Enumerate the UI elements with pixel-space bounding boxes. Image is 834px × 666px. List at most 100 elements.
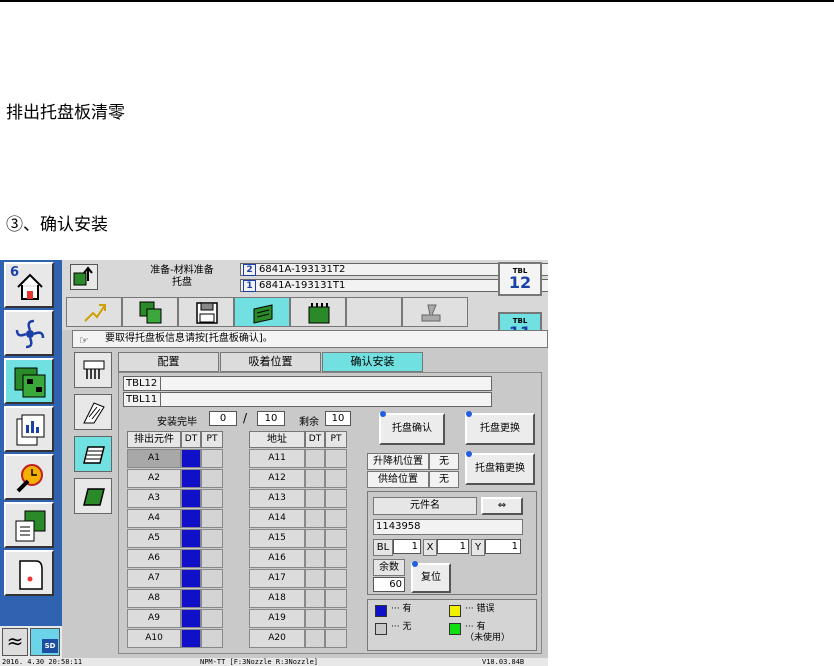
reset-button[interactable]: 复位 xyxy=(411,561,451,593)
tab-bar: 配置 吸着位置 确认安装 xyxy=(118,352,542,372)
tray-replace-indicator xyxy=(466,411,472,417)
lift-position-value: 无 xyxy=(429,453,459,470)
x-value: 1 xyxy=(437,539,469,554)
green-tray-button[interactable] xyxy=(74,478,112,514)
nozzle-button[interactable] xyxy=(74,352,112,388)
eject-cell[interactable]: A4 xyxy=(127,509,181,528)
dt-marker-right xyxy=(305,589,325,608)
pointing-hand-icon: ☞ xyxy=(79,334,89,347)
sd-card-button[interactable]: SD xyxy=(30,628,60,656)
tray-box-replace-button[interactable]: 托盘箱更换 xyxy=(465,451,535,485)
supply-position-label: 供给位置 xyxy=(367,471,429,488)
data-button[interactable] xyxy=(4,502,54,548)
address-cell[interactable]: A15 xyxy=(249,529,305,548)
pt-marker-right xyxy=(325,549,347,568)
machine-button[interactable] xyxy=(4,550,54,596)
lift-position-label: 升降机位置 xyxy=(367,453,429,470)
address-cell[interactable]: A12 xyxy=(249,469,305,488)
pt-marker-left xyxy=(201,609,223,628)
address-cell[interactable]: A11 xyxy=(249,449,305,468)
eject-cell[interactable]: A8 xyxy=(127,589,181,608)
legend-swatch xyxy=(449,605,461,617)
dt-marker-right xyxy=(305,569,325,588)
pt-marker-left xyxy=(201,449,223,468)
legend-swatch xyxy=(375,605,387,617)
left-navigation: 6 ≈ SD xyxy=(0,260,62,666)
address-cell[interactable]: A14 xyxy=(249,509,305,528)
document-page: 排出托盘板清零 ③、确认安装 6 ≈ SD 准备-材料准备 托盘 2 6841A… xyxy=(0,0,834,666)
disabled-tool-button[interactable] xyxy=(402,297,468,327)
pt-marker-left xyxy=(201,589,223,608)
install-done-value: 0 xyxy=(209,411,237,426)
dt-marker-right xyxy=(305,469,325,488)
green-tray-icon xyxy=(83,488,105,506)
dt-marker-right xyxy=(305,489,325,508)
dt-marker-right xyxy=(305,529,325,548)
address-cell[interactable]: A16 xyxy=(249,549,305,568)
pt-marker-left xyxy=(201,529,223,548)
trend-arrow-icon xyxy=(84,304,106,322)
eject-cell[interactable]: A2 xyxy=(127,469,181,488)
tray-confirm-button[interactable]: 托盘确认 xyxy=(379,411,445,445)
feeder-button[interactable] xyxy=(290,297,346,327)
address-cell[interactable]: A13 xyxy=(249,489,305,508)
trend-button[interactable] xyxy=(66,297,122,327)
tbl1-index: 1 xyxy=(243,280,256,292)
tbl2-index: 2 xyxy=(243,264,256,276)
component-name-label: 元件名 xyxy=(373,497,477,515)
tbl12-badge[interactable]: TBL 12 xyxy=(498,262,542,296)
eject-cell[interactable]: A5 xyxy=(127,529,181,548)
home-button[interactable]: 6 xyxy=(4,262,54,308)
eject-cell[interactable]: A9 xyxy=(127,609,181,628)
eject-cell[interactable]: A6 xyxy=(127,549,181,568)
tbl12-field: TBL12 xyxy=(123,376,492,391)
address-cell[interactable]: A19 xyxy=(249,609,305,628)
tray-button[interactable] xyxy=(234,297,290,327)
feeder-slot-button[interactable] xyxy=(74,394,112,430)
status-machine: NPM-TT [F:3Nozzle R:3Nozzle] xyxy=(200,658,319,666)
eject-cell[interactable]: A3 xyxy=(127,489,181,508)
message-bar: ☞ 要取得托盘板信息请按[托盘板确认]。 xyxy=(72,330,548,348)
dt-marker-right xyxy=(305,509,325,528)
tray-replace-button[interactable]: 托盘更换 xyxy=(465,411,535,445)
install-slash: / xyxy=(243,411,248,425)
dt-marker-left xyxy=(181,489,201,508)
legend-text: ··· 有 （未使用） xyxy=(465,622,511,643)
tab-layout[interactable]: 配置 xyxy=(118,352,219,372)
mode-icon[interactable] xyxy=(70,264,98,290)
confirm-install-panel: TBL12 TBL11 安装完毕 0 / 10 剩余 10 排出元件 DT PT… xyxy=(118,372,542,654)
preparation-button[interactable] xyxy=(4,358,54,404)
legend-swatch xyxy=(375,623,387,635)
header-dt-right: DT xyxy=(305,431,325,448)
maintenance-button[interactable] xyxy=(4,454,54,500)
tab-confirm-install[interactable]: 确认安装 xyxy=(322,352,423,372)
empty-tool-button[interactable] xyxy=(346,297,402,327)
pt-marker-right xyxy=(325,589,347,608)
board-arrow-icon xyxy=(73,266,93,286)
eject-cell[interactable]: A1 xyxy=(127,449,181,468)
board-data-button[interactable] xyxy=(122,297,178,327)
eject-cell[interactable]: A10 xyxy=(127,629,181,648)
pt-marker-left xyxy=(201,569,223,588)
fan-icon xyxy=(15,319,45,349)
header-address: 地址 xyxy=(249,431,305,448)
tray-box-replace-label: 托盘箱更换 xyxy=(475,463,525,474)
address-cell[interactable]: A20 xyxy=(249,629,305,648)
eject-cell[interactable]: A7 xyxy=(127,569,181,588)
report-button[interactable] xyxy=(4,406,54,452)
address-cell[interactable]: A18 xyxy=(249,589,305,608)
tab-pickup-position[interactable]: 吸着位置 xyxy=(220,352,321,372)
reset-label: 复位 xyxy=(421,572,441,583)
save-button[interactable] xyxy=(178,297,234,327)
tray-icon xyxy=(253,304,273,324)
production-button[interactable] xyxy=(4,310,54,356)
tbl12-label: TBL12 xyxy=(126,378,158,389)
swap-button[interactable]: ⇔ xyxy=(481,497,523,515)
address-cell[interactable]: A17 xyxy=(249,569,305,588)
screen-title: 准备-材料准备 托盘 xyxy=(122,265,242,289)
board-icon xyxy=(14,367,46,398)
collapse-chevron-up-icon[interactable]: ≈ xyxy=(2,628,28,656)
tray-box-replace-indicator xyxy=(466,451,472,457)
x-label: X xyxy=(423,539,437,556)
tray-stack-button[interactable] xyxy=(74,436,112,472)
